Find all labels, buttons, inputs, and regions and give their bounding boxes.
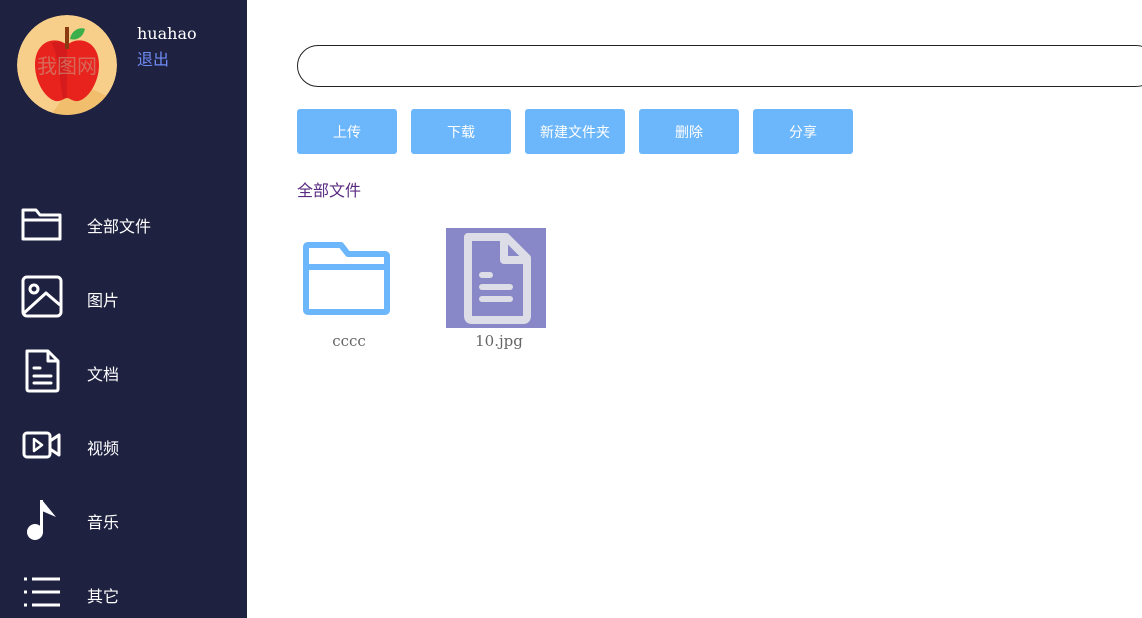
avatar[interactable]: 我图网 — [17, 15, 117, 115]
sidebar-item-others[interactable]: 其它 — [0, 563, 247, 618]
file-name: cccc — [332, 332, 366, 350]
sidebar-item-label: 全部文件 — [87, 217, 152, 236]
username: huahao — [137, 24, 197, 43]
sidebar-item-label: 其它 — [87, 587, 120, 606]
document-icon — [446, 228, 546, 328]
sidebar-item-label: 音乐 — [87, 513, 120, 532]
delete-button[interactable]: 删除 — [639, 109, 739, 154]
file-name: 10.jpg — [475, 332, 523, 350]
app: 我图网 huahao 退出 全部文件 图片 文档 视频 音乐 其它 上传 下载 … — [0, 0, 1142, 618]
search-input[interactable] — [297, 45, 1142, 87]
sidebar-item-videos[interactable]: 视频 — [0, 415, 247, 475]
document-icon — [25, 349, 60, 393]
folder-icon — [21, 208, 62, 241]
sidebar-item-images[interactable]: 图片 — [0, 267, 247, 327]
list-icon — [24, 577, 60, 607]
apple-avatar-image: 我图网 — [17, 15, 117, 115]
share-button[interactable]: 分享 — [753, 109, 853, 154]
new-folder-button[interactable]: 新建文件夹 — [525, 109, 625, 154]
avatar-watermark: 我图网 — [37, 54, 97, 78]
upload-button[interactable]: 上传 — [297, 109, 397, 154]
sidebar-item-documents[interactable]: 文档 — [0, 341, 247, 401]
sidebar-item-label: 视频 — [87, 439, 120, 458]
music-note-icon — [27, 500, 56, 540]
folder-icon — [303, 242, 390, 315]
breadcrumb[interactable]: 全部文件 — [297, 177, 361, 201]
image-icon — [21, 275, 63, 318]
logout-link[interactable]: 退出 — [137, 46, 169, 70]
sidebar-item-label: 图片 — [87, 291, 120, 310]
sidebar: 我图网 huahao 退出 全部文件 图片 文档 视频 音乐 其它 — [0, 0, 247, 618]
download-button[interactable]: 下载 — [411, 109, 511, 154]
sidebar-item-all-files[interactable]: 全部文件 — [0, 193, 247, 253]
video-icon — [22, 431, 61, 459]
sidebar-item-music[interactable]: 音乐 — [0, 489, 247, 549]
sidebar-item-label: 文档 — [87, 365, 120, 384]
